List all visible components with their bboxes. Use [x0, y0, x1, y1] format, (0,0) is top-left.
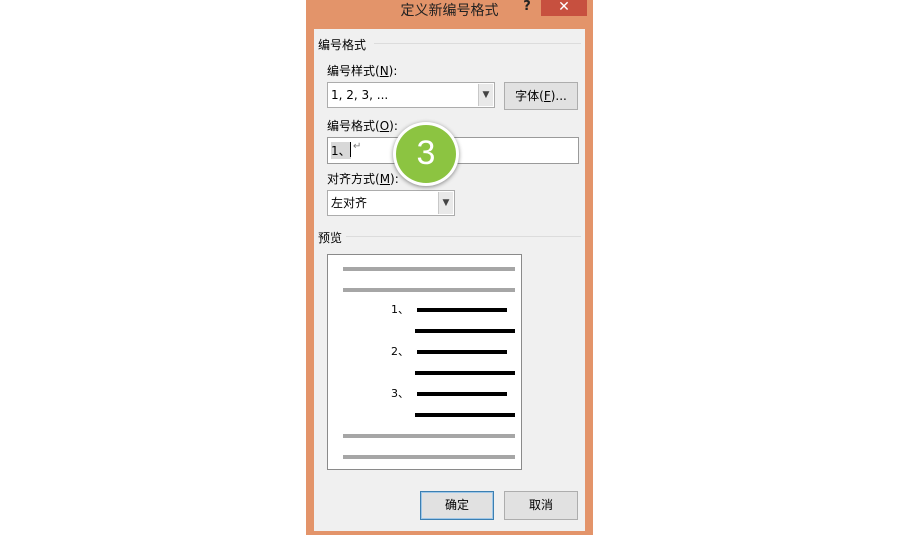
preview-gray-line — [343, 288, 515, 292]
preview-gray-line — [343, 455, 515, 459]
number-format-label: 编号格式(O): — [327, 119, 398, 133]
chevron-down-icon[interactable]: ▼ — [478, 84, 493, 106]
preview-number-3: 3、 — [391, 387, 409, 400]
preview-gray-line — [343, 267, 515, 271]
ok-button[interactable]: 确定 — [420, 491, 494, 520]
number-style-value: 1, 2, 3, ... — [331, 88, 389, 102]
preview-gray-line — [343, 434, 515, 438]
preview-text-line — [417, 308, 507, 312]
cancel-button[interactable]: 取消 — [504, 491, 578, 520]
preview-number-1: 1、 — [391, 303, 409, 316]
preview-divider — [346, 236, 581, 237]
number-style-label: 编号样式(N): — [327, 64, 398, 78]
step-number-badge: 3 — [393, 122, 459, 186]
dialog-client: 编号格式 编号样式(N): 1, 2, 3, ... ▼ 字体(F)... 编号… — [314, 29, 585, 531]
preview-text-line — [415, 371, 515, 375]
preview-text-line — [415, 329, 515, 333]
preview-text-line — [417, 350, 507, 354]
help-button[interactable]: ? — [518, 0, 536, 17]
text-cursor — [350, 142, 351, 157]
alignment-select[interactable]: 左对齐 ▼ — [327, 190, 455, 216]
define-number-format-dialog: 定义新编号格式 ? ✕ 编号格式 编号样式(N): 1, 2, 3, ... ▼… — [306, 0, 593, 535]
number-format-value: 1、 — [331, 142, 351, 159]
preview-number-2: 2、 — [391, 345, 409, 358]
preview-label: 预览 — [318, 231, 343, 245]
number-style-select[interactable]: 1, 2, 3, ... ▼ — [327, 82, 495, 108]
paragraph-mark-icon: ↵ — [353, 141, 362, 152]
preview-text-line — [417, 392, 507, 396]
numbering-format-group-label: 编号格式 — [318, 38, 367, 52]
alignment-label: 对齐方式(M): — [327, 172, 399, 186]
chevron-down-icon[interactable]: ▼ — [438, 192, 453, 214]
close-button[interactable]: ✕ — [541, 0, 587, 16]
preview-text-line — [415, 413, 515, 417]
preview-box: 1、 2、 3、 — [327, 254, 522, 470]
alignment-value: 左对齐 — [331, 196, 368, 210]
group-divider — [374, 43, 581, 44]
font-button[interactable]: 字体(F)... — [504, 82, 578, 110]
